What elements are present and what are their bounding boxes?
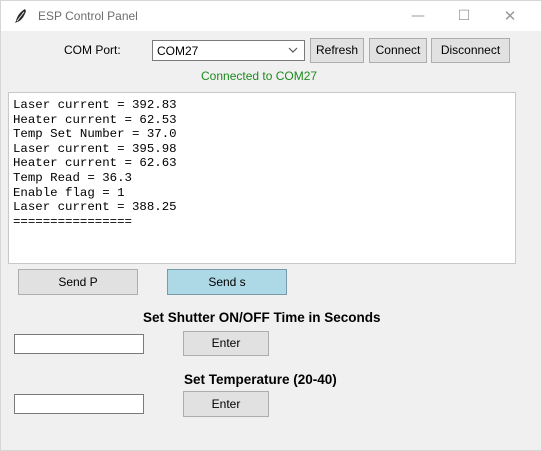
com-port-value: COM27 (157, 44, 199, 58)
log-line: Laser current = 395.98 (13, 141, 177, 156)
temperature-input[interactable] (14, 394, 144, 414)
chevron-down-icon (288, 47, 298, 53)
serial-log[interactable]: Laser current = 392.83 Heater current = … (8, 92, 516, 264)
com-port-select[interactable]: COM27 (152, 40, 305, 61)
temperature-heading: Set Temperature (20-40) (184, 372, 337, 387)
connection-status: Connected to COM27 (201, 69, 318, 83)
log-line: Temp Set Number = 37.0 (13, 127, 177, 142)
log-line: Heater current = 62.53 (13, 112, 177, 127)
com-port-label: COM Port: (64, 43, 121, 57)
feather-icon (15, 9, 26, 23)
log-line: Laser current = 392.83 (13, 98, 177, 112)
temperature-enter-button[interactable]: Enter (183, 391, 269, 417)
connect-button[interactable]: Connect (369, 38, 427, 63)
disconnect-button[interactable]: Disconnect (431, 38, 510, 63)
log-line: ================ (13, 214, 132, 229)
send-p-button[interactable]: Send P (18, 269, 138, 295)
log-line: Laser current = 388.25 (13, 200, 177, 215)
log-line: Heater current = 62.63 (13, 156, 177, 171)
minimize-icon[interactable]: — (395, 1, 441, 31)
log-line: Enable flag = 1 (13, 185, 125, 200)
send-s-button[interactable]: Send s (167, 269, 287, 295)
shutter-heading: Set Shutter ON/OFF Time in Seconds (143, 310, 381, 325)
shutter-enter-button[interactable]: Enter (183, 331, 269, 356)
window-title: ESP Control Panel (38, 9, 138, 23)
refresh-button[interactable]: Refresh (310, 38, 364, 63)
app-window: ESP Control Panel — ☐ ✕ COM Port: COM27 … (0, 0, 542, 451)
close-icon[interactable]: ✕ (487, 1, 533, 31)
log-line: Temp Read = 36.3 (13, 170, 132, 185)
title-bar[interactable]: ESP Control Panel — ☐ ✕ (1, 1, 541, 31)
maximize-icon[interactable]: ☐ (441, 1, 487, 31)
shutter-time-input[interactable] (14, 334, 144, 354)
